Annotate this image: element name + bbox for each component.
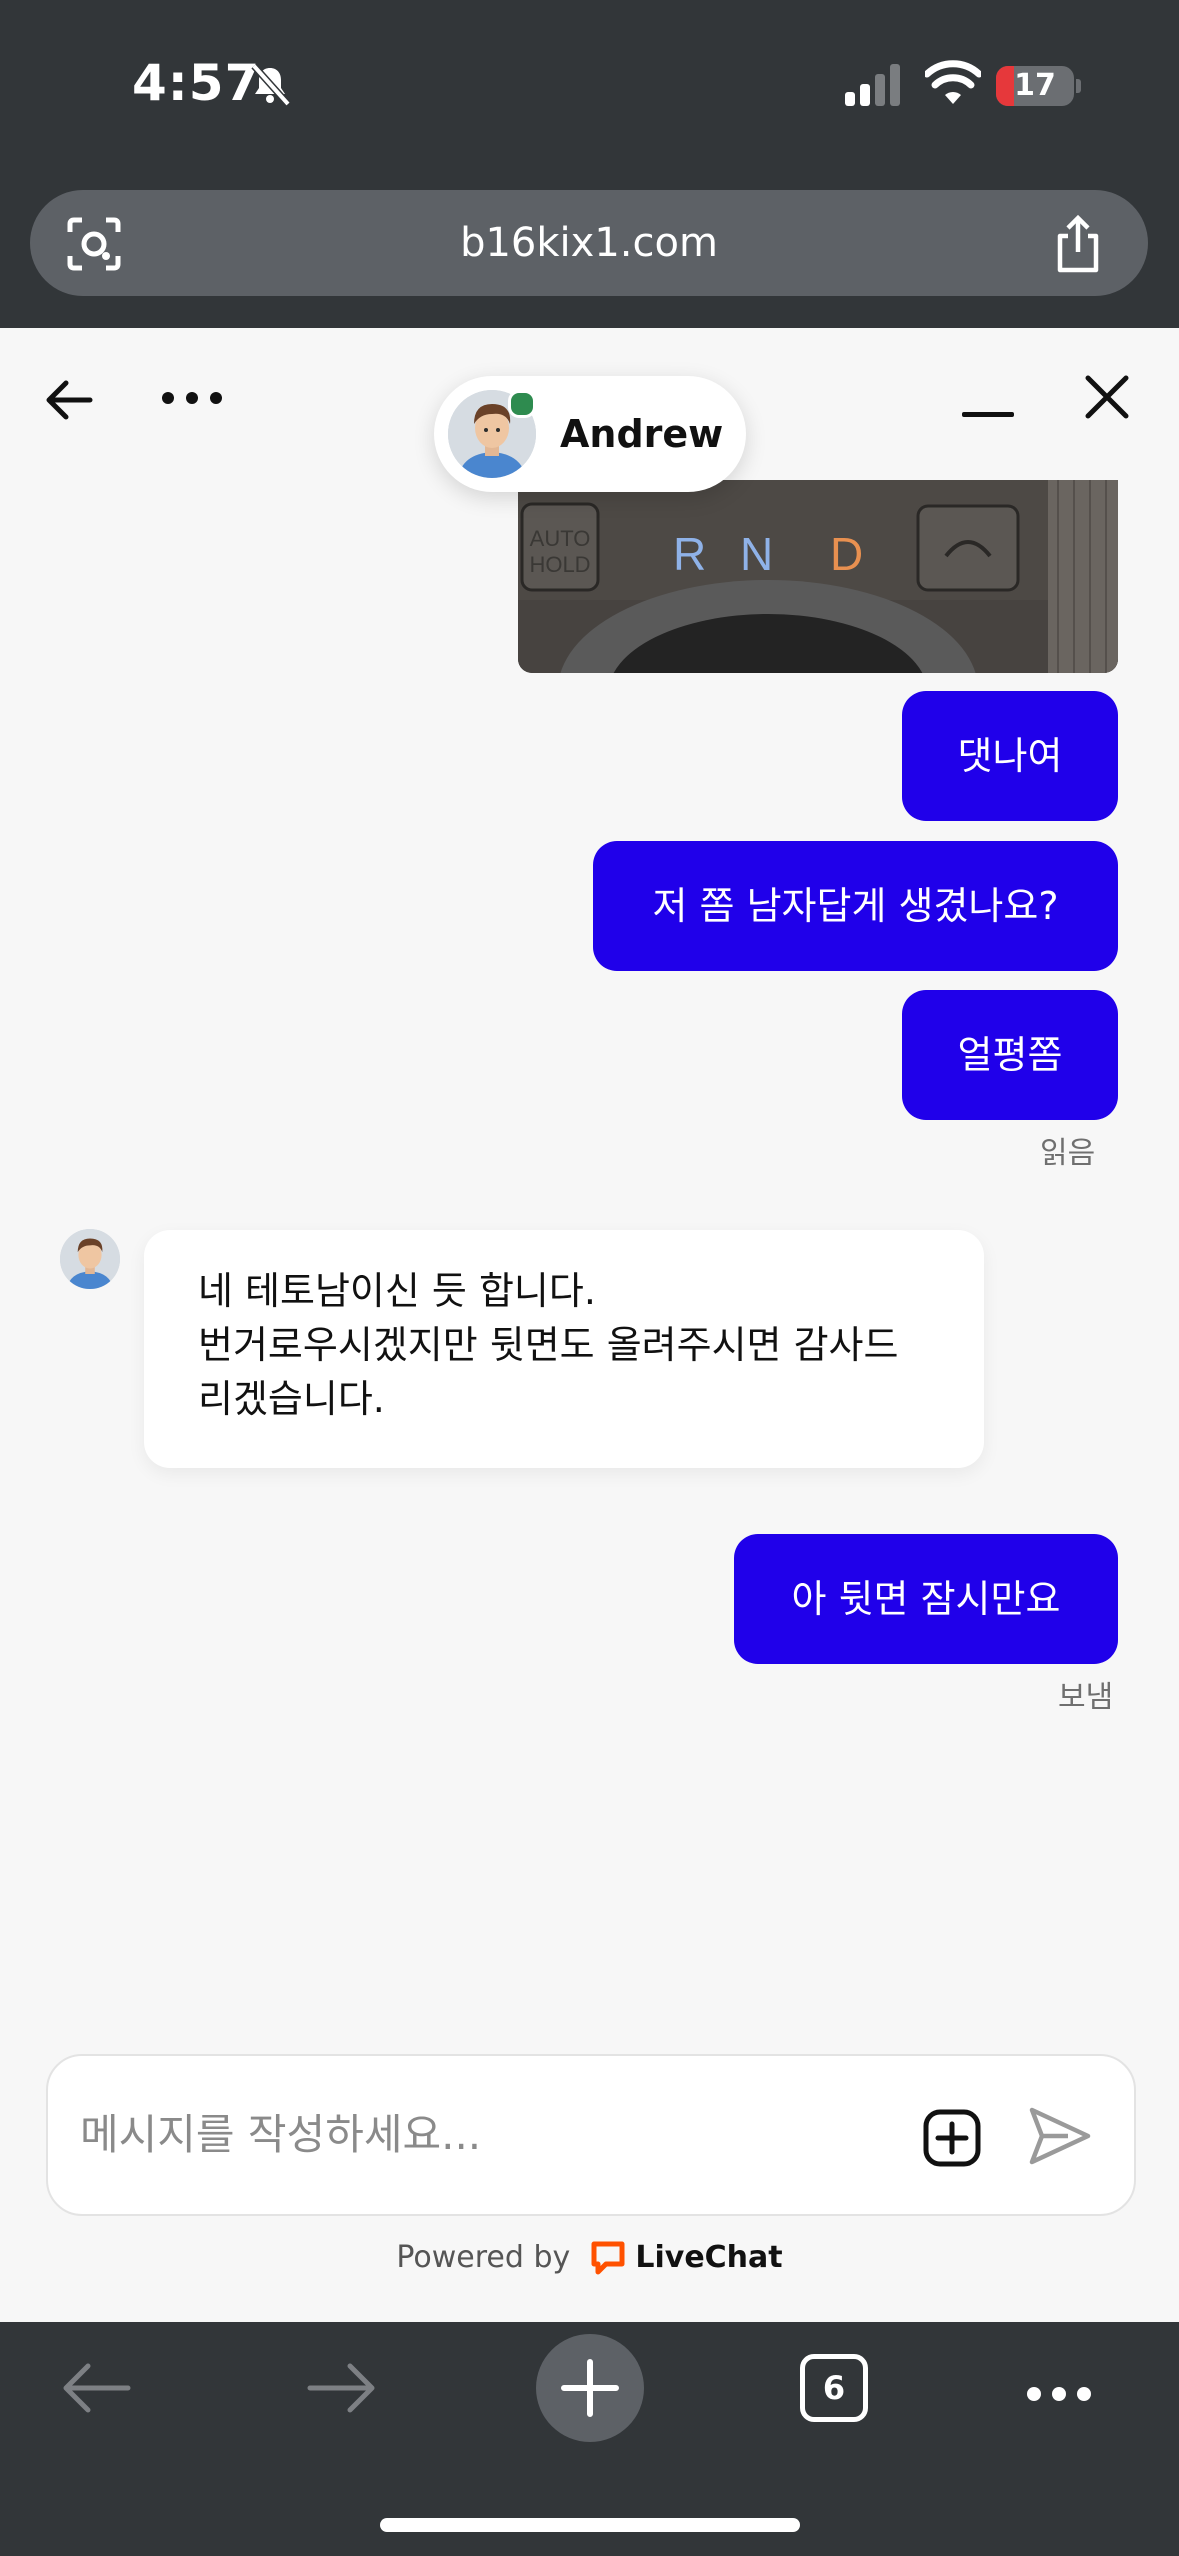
photo-text-n: N: [740, 528, 773, 580]
browser-forward-icon[interactable]: [306, 2360, 378, 2416]
home-indicator: [380, 2518, 800, 2532]
photo-text-auto: AUTO: [530, 526, 591, 551]
lens-search-icon[interactable]: [64, 214, 124, 274]
message-in: 네 테토남이신 듯 합니다. 번거로우시겠지만 뒷면도 올려주시면 감사드 리겠…: [144, 1230, 984, 1468]
message-in-line: 번거로우시겠지만 뒷면도 올려주시면 감사드: [198, 1323, 899, 1367]
livechat-logo-icon: [591, 2241, 625, 2275]
attach-plus-icon[interactable]: [922, 2108, 982, 2168]
cellular-signal-icon: [845, 64, 900, 106]
more-options-icon[interactable]: [160, 390, 224, 406]
share-icon[interactable]: [1048, 212, 1108, 276]
read-status: 읽음: [1040, 1136, 1096, 1171]
gear-selector-image: AUTO HOLD R N D: [518, 480, 1118, 673]
new-tab-button[interactable]: [536, 2334, 644, 2442]
message-input-box[interactable]: 메시지를 작성하세요...: [46, 2054, 1136, 2216]
sent-status: 보냄: [1058, 1680, 1114, 1715]
agent-avatar-small-image: [60, 1229, 120, 1289]
back-arrow-icon[interactable]: [44, 375, 94, 425]
battery-level: 17: [1014, 68, 1056, 103]
message-in-line: 네 테토남이신 듯 합니다.: [198, 1269, 596, 1313]
online-status-dot: [508, 390, 536, 418]
address-bar[interactable]: b16kix1.com: [30, 190, 1148, 296]
send-icon[interactable]: [1028, 2106, 1092, 2166]
message-out: 댓나여: [902, 691, 1118, 821]
battery-icon: 17: [996, 66, 1074, 106]
agent-avatar-small: [60, 1229, 120, 1289]
photo-text-d: D: [830, 528, 863, 580]
battery-nub: [1076, 79, 1081, 93]
tab-switcher-button[interactable]: 6: [800, 2354, 868, 2422]
message-out: 얼평쫌: [902, 990, 1118, 1120]
message-input-placeholder[interactable]: 메시지를 작성하세요...: [80, 2056, 481, 2214]
photo-text-hold: HOLD: [529, 552, 590, 577]
message-out: 아 뒷면 잠시만요: [734, 1534, 1118, 1664]
plus-icon: [561, 2359, 619, 2417]
agent-header-pill: Andrew: [434, 376, 746, 492]
powered-by-text: Powered by: [396, 2240, 571, 2275]
browser-more-icon[interactable]: [1024, 2384, 1094, 2404]
status-time: 4:57: [132, 54, 261, 112]
url-text[interactable]: b16kix1.com: [30, 190, 1148, 296]
powered-by-footer: Powered by LiveChat: [0, 2240, 1179, 2300]
message-in-line: 리겠습니다.: [198, 1377, 385, 1421]
photo-text-r: R: [673, 528, 706, 580]
minimize-button[interactable]: [962, 412, 1014, 417]
message-out: 저 쫌 남자답게 생겼나요?: [593, 841, 1118, 971]
livechat-brand[interactable]: LiveChat: [635, 2240, 782, 2275]
silent-bell-icon: [251, 63, 291, 106]
browser-back-icon[interactable]: [60, 2360, 132, 2416]
wifi-icon: [925, 60, 981, 104]
close-icon[interactable]: [1082, 372, 1132, 422]
sent-photo[interactable]: AUTO HOLD R N D: [518, 480, 1118, 673]
agent-name: Andrew: [560, 412, 724, 456]
